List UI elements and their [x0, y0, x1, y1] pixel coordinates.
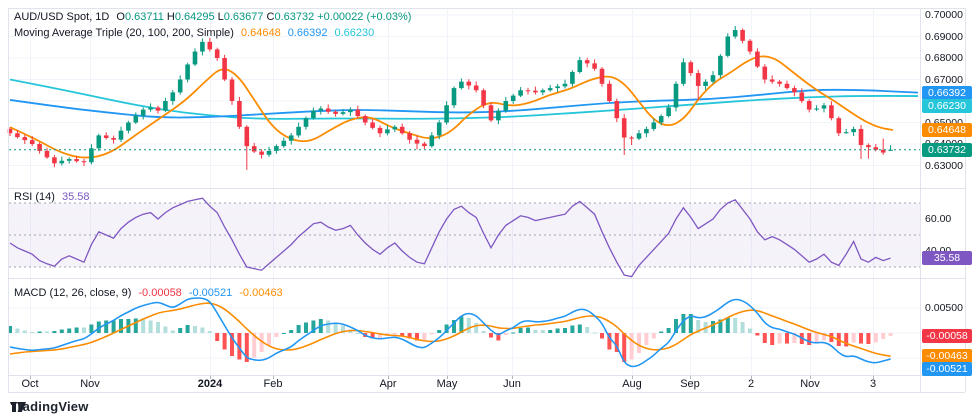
- time-tick-label: May: [437, 378, 458, 390]
- macd-indicator-label[interactable]: MACD (12, 26, close, 9): [14, 287, 131, 299]
- ma100-value: 0.66392: [288, 27, 328, 39]
- time-tick-label: Jun: [503, 378, 521, 390]
- ma20-value: 0.64648: [241, 27, 281, 39]
- symbol-title[interactable]: AUD/USD Spot, 1D: [14, 11, 109, 23]
- high-value: 0.64295: [175, 11, 215, 23]
- rsi-pane[interactable]: [8, 189, 920, 278]
- tradingview-logo-icon: [10, 399, 27, 413]
- price-badge: 0.66392: [922, 86, 972, 100]
- price-badge: 0.63732: [922, 143, 972, 157]
- price-tick-label: 0.68000: [925, 52, 963, 64]
- macd-signal-value: -0.00463: [239, 287, 282, 299]
- close-value: 0.63732: [274, 11, 314, 23]
- time-tick-label: Oct: [21, 378, 38, 390]
- price-tick-label: 0.63000: [925, 160, 963, 172]
- time-tick-label: Feb: [264, 378, 283, 390]
- time-tick-label: Nov: [800, 378, 820, 390]
- price-axis[interactable]: 0.700000.690000.680000.670000.660000.650…: [921, 0, 975, 392]
- price-tick-label: 0.69000: [925, 31, 963, 43]
- macd-badge: -0.00521: [922, 362, 972, 376]
- legend: AUD/USD Spot, 1DO0.63711H0.64295L0.63677…: [14, 9, 411, 41]
- time-axis[interactable]: Oct Nov 2024 Feb Apr May Jun Aug Sep 2 Nov 3: [8, 376, 965, 392]
- rsi-legend-row[interactable]: RSI (14) 35.58: [14, 191, 90, 203]
- time-tick-label: Aug: [622, 378, 642, 390]
- symbol-legend-row[interactable]: AUD/USD Spot, 1DO0.63711H0.64295L0.63677…: [14, 9, 411, 25]
- macd-legend-row[interactable]: MACD (12, 26, close, 9) -0.00058 -0.00521-…: [14, 287, 283, 299]
- low-value: 0.63677: [224, 11, 264, 23]
- open-value: 0.63711: [125, 11, 164, 23]
- tradingview-chart-window: AUD/USD Spot, 1DO0.63711H0.64295L0.63677…: [0, 0, 975, 419]
- open-label: O: [116, 11, 125, 23]
- ma200-value: 0.66230: [334, 27, 374, 39]
- time-tick-label: 2024: [198, 378, 222, 390]
- time-tick-label: Sep: [680, 378, 700, 390]
- rsi-indicator-label[interactable]: RSI (14): [14, 191, 55, 203]
- rsi-badge: 35.58: [922, 251, 972, 265]
- time-tick-label: 2: [748, 378, 754, 390]
- time-tick-label: 3: [870, 378, 876, 390]
- ma-indicator-label[interactable]: Moving Average Triple (20, 100, 200, Sim…: [14, 27, 234, 39]
- change-value: +0.00022 (+0.03%): [317, 11, 411, 23]
- time-tick-label: Nov: [80, 378, 100, 390]
- pane-separator-main-rsi[interactable]: [8, 186, 965, 191]
- price-badge: 0.66230: [922, 99, 972, 113]
- rsi-tick-label: 60.00: [925, 213, 951, 225]
- macd-line-value: -0.00521: [189, 287, 232, 299]
- ma-legend-row[interactable]: Moving Average Triple (20, 100, 200, Sim…: [14, 25, 411, 41]
- tradingview-branding[interactable]: TradingView: [10, 399, 89, 414]
- pane-separator-rsi-macd[interactable]: [8, 276, 965, 281]
- price-tick-label: 0.70000: [925, 9, 963, 21]
- price-badge: 0.64648: [922, 123, 972, 137]
- macd-hist-value: -0.00058: [138, 287, 181, 299]
- macd-tick-label: 0.00500: [925, 302, 963, 314]
- high-label: H: [167, 11, 175, 23]
- price-tick-label: 0.67000: [925, 74, 963, 86]
- time-tick-label: Apr: [379, 378, 396, 390]
- macd-badge: -0.00058: [922, 329, 972, 343]
- rsi-value: 35.58: [62, 191, 90, 203]
